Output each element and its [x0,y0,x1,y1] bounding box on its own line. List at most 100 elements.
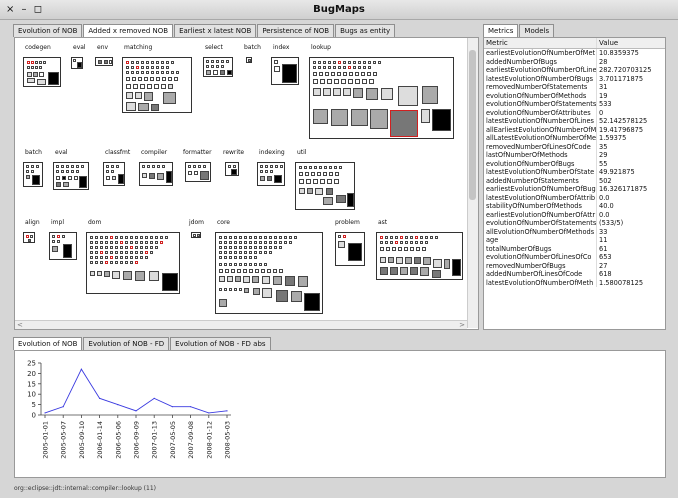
x-tick-label: 2007-09-08 [187,421,195,459]
metric-row[interactable]: latestEvolutionOfNumberOfAttrib 0.0 [484,193,665,202]
metric-name: latestEvolutionOfNumberOfState [484,168,597,177]
metric-row[interactable]: latestEvolutionOfNumberOfLines 52.1425781… [484,117,665,126]
canvas-scroll-thumb[interactable] [469,50,476,200]
column-header-metric[interactable]: Metric [484,38,597,48]
tab-persistence-of-nob[interactable]: Persistence of NOB [257,24,335,37]
metric-name: removedNumberOfBugs [484,261,597,270]
tab-earliest-x-latest-nob[interactable]: Earliest x latest NOB [174,24,257,37]
metric-name: earliestEvolutionOfNumberOfAttr [486,210,597,219]
package-label: rewrite [223,149,245,156]
metric-row[interactable]: removedNumberOfLinesOfCode 35 [484,142,665,151]
data-point [80,368,82,370]
metric-name: latestEvolutionOfNumberOfMeth [484,278,597,287]
x-tick-label: 2006-09-09 [133,421,141,459]
metric-value: 33 [599,227,608,236]
metric-value: 19 [599,91,608,100]
scroll-left-icon[interactable]: < [17,321,23,329]
metric-name: evolutionOfNumberOfMethods [484,91,597,100]
package-label: codegen [25,44,51,51]
series-line [44,368,228,414]
metric-row[interactable]: evolutionOfNumberOfLinesOfCo 653 [484,253,665,262]
tab-evolution-of-nob[interactable]: Evolution of NOB [13,24,83,37]
metric-row[interactable]: earliestEvolutionOfNumberOfLine 282.72070… [484,66,665,75]
tab-evolution-of-nob-fd-abs[interactable]: Evolution of NOB - FD abs [170,337,271,350]
metric-row[interactable]: allLatestEvolutionOfNumberOfMe 1.59375 [484,134,665,143]
metric-value: 52.142578125 [599,117,648,125]
metric-value: 16.326171875 [599,185,648,193]
data-point [99,397,101,399]
metric-value: 61 [599,244,608,253]
status-bar-text: org::eclipse::jdt::internal::compiler::l… [14,485,156,492]
metric-row[interactable]: allEvolutionOfNumberOfMethods 33 [484,227,665,236]
tab-models[interactable]: Models [519,24,555,37]
metric-row[interactable]: evolutionOfNumberOfAttributes 0 [484,108,665,117]
package-label: problem [335,219,360,226]
metric-row[interactable]: addedNumberOfBugs 28 [484,57,665,66]
metric-row[interactable]: age 11 [484,236,665,245]
metric-name: age [484,236,597,245]
package-label: batch [25,149,42,156]
metric-row[interactable]: earliestEvolutionOfNumberOfAttr 0.0 [484,210,665,219]
metric-value: 618 [599,270,612,278]
metric-row[interactable]: evolutionOfNumberOfBugs 55 [484,159,665,168]
metric-value: 533 [599,100,612,108]
data-point [208,412,210,414]
metric-value: 10.8359375 [599,49,639,57]
tab-evolution-of-nob-chart[interactable]: Evolution of NOB [13,337,83,350]
tab-added-x-removed-nob[interactable]: Added x removed NOB [83,24,174,37]
data-point [117,404,119,406]
metric-value: 0.0 [599,193,610,202]
x-tick-label: 2005-09-10 [78,421,86,459]
y-tick-label: 10 [27,391,36,399]
metric-name: addedNumberOfBugs [484,57,597,66]
tab-bugs-as-entity[interactable]: Bugs as entity [335,24,396,37]
metrics-table-header: Metric Value [484,38,665,49]
metric-row[interactable]: evolutionOfNumberOfStatements (533/5) [484,219,665,228]
metric-name: evolutionOfNumberOfStatements [486,219,597,228]
x-tick-label: 2006-01-14 [96,421,104,459]
metric-row[interactable]: allEarliestEvolutionOfNumberOfM 19.417968… [484,125,665,134]
tab-metrics[interactable]: Metrics [483,24,519,37]
metric-row[interactable]: latestEvolutionOfNumberOfMeth 1.580078125 [484,278,665,287]
metric-value: 11 [599,236,608,244]
metric-row[interactable]: evolutionOfNumberOfMethods 19 [484,91,665,100]
scroll-right-icon[interactable]: > [459,321,465,329]
metric-row[interactable]: stabilityOfNumberOfMethods 40.0 [484,202,665,211]
metric-name: earliestEvolutionOfNumberOfLine [486,66,597,75]
metric-name: allEvolutionOfNumberOfMethods [484,227,597,236]
x-tick-label: 2008-05-03 [224,421,232,459]
package-label: util [297,149,307,156]
metric-name: latestEvolutionOfNumberOfAttrib [486,193,597,202]
metric-row[interactable]: earliestEvolutionOfNumberOfBug 16.3261718… [484,185,665,194]
package-label: select [205,44,223,51]
metric-row[interactable]: latestEvolutionOfNumberOfBugs 3.701171875 [484,74,665,83]
metric-value: 282.720703125 [599,66,652,74]
tab-evolution-of-nob-fd[interactable]: Evolution of NOB - FD [83,337,170,350]
metric-value: 3.701171875 [599,74,644,83]
main-tab-bar: Evolution of NOB Added x removed NOB Ear… [13,24,396,37]
package-map-canvas[interactable]: codegen eval env matching select batch i… [14,37,479,330]
metric-value: 55 [599,159,608,168]
package-label: ast [378,219,388,226]
package-label: lookup [311,44,331,51]
x-tick-label: 2006-05-06 [114,421,122,459]
metric-value: (533/5) [599,219,624,227]
canvas-horizontal-scrollbar[interactable]: < > [15,320,467,329]
metric-row[interactable]: addedNumberOfStatements 502 [484,176,665,185]
metric-value: 31 [599,83,608,91]
metric-row[interactable]: latestEvolutionOfNumberOfState 49.921875 [484,168,665,177]
metric-name: allEarliestEvolutionOfNumberOfM [486,125,597,134]
metric-row[interactable]: totalNumberOfBugs 61 [484,244,665,253]
metric-name: addedNumberOfStatements [484,176,597,185]
metric-row[interactable]: removedNumberOfStatements 31 [484,83,665,92]
metric-row[interactable]: evolutionOfNumberOfStatements 533 [484,100,665,109]
metric-row[interactable]: removedNumberOfBugs 27 [484,261,665,270]
column-header-value[interactable]: Value [597,38,665,48]
metric-row[interactable]: lastOfNumberOfMethods 29 [484,151,665,160]
metric-value: 653 [599,253,612,261]
metric-name: removedNumberOfStatements [484,83,597,92]
metric-row[interactable]: earliestEvolutionOfNumberOfMet 10.8359375 [484,49,665,58]
metric-row[interactable]: addedNumberOfLinesOfCode 618 [484,270,665,279]
data-point [135,410,137,412]
package-label: indexing [259,149,285,156]
